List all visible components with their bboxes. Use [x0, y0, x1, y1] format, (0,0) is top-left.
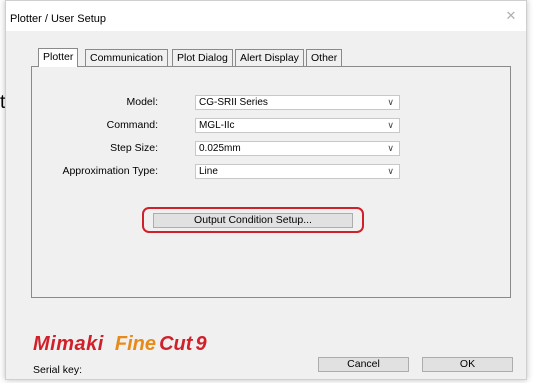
tab-other[interactable]: Other	[306, 49, 343, 66]
logo-version: 9	[195, 333, 207, 355]
tab-plotter[interactable]: Plotter	[38, 48, 79, 67]
command-value: MGL-IIc	[199, 120, 235, 131]
close-icon[interactable]: ✕	[496, 5, 526, 27]
command-row: Command: MGL-IIc ∨	[32, 118, 510, 133]
chevron-down-icon: ∨	[387, 97, 394, 107]
command-label: Command:	[106, 119, 158, 131]
product-logo: Mimaki Fine Cut 9	[33, 333, 207, 359]
plotter-tab-panel: Model: CG-SRII Series ∨ Command: MGL-IIc…	[31, 66, 511, 298]
chevron-down-icon: ∨	[387, 166, 394, 176]
model-select[interactable]: CG-SRII Series ∨	[195, 95, 400, 110]
tab-plot-dialog[interactable]: Plot Dialog	[172, 49, 233, 66]
ok-button[interactable]: OK	[422, 357, 513, 372]
tab-communication[interactable]: Communication	[85, 49, 168, 66]
plotter-user-setup-dialog: Plotter / User Setup ✕ Plotter Communica…	[5, 0, 527, 380]
cancel-button[interactable]: Cancel	[318, 357, 409, 372]
chevron-down-icon: ∨	[387, 120, 394, 130]
logo-product-cut: Cut	[159, 333, 193, 355]
approximation-type-select[interactable]: Line ∨	[195, 164, 400, 179]
model-row: Model: CG-SRII Series ∨	[32, 95, 510, 110]
tab-alert-display[interactable]: Alert Display	[235, 49, 304, 66]
step-size-select[interactable]: 0.025mm ∨	[195, 141, 400, 156]
step-size-row: Step Size: 0.025mm ∨	[32, 141, 510, 156]
approximation-type-value: Line	[199, 166, 218, 177]
approximation-type-label: Approximation Type:	[62, 165, 158, 177]
output-condition-setup-button[interactable]: Output Condition Setup...	[153, 213, 353, 228]
window-title: Plotter / User Setup	[10, 13, 106, 25]
step-size-label: Step Size:	[110, 142, 158, 154]
model-value: CG-SRII Series	[199, 97, 268, 108]
model-label: Model:	[126, 96, 158, 108]
highlight-outline: Output Condition Setup...	[142, 207, 364, 233]
approximation-type-row: Approximation Type: Line ∨	[32, 164, 510, 179]
command-select[interactable]: MGL-IIc ∨	[195, 118, 400, 133]
logo-brand: Mimaki	[33, 333, 104, 355]
chevron-down-icon: ∨	[387, 143, 394, 153]
step-size-value: 0.025mm	[199, 143, 241, 154]
logo-product-fine: Fine	[114, 333, 156, 355]
title-bar[interactable]: Plotter / User Setup ✕	[6, 1, 526, 31]
serial-key-label: Serial key:	[33, 364, 83, 376]
